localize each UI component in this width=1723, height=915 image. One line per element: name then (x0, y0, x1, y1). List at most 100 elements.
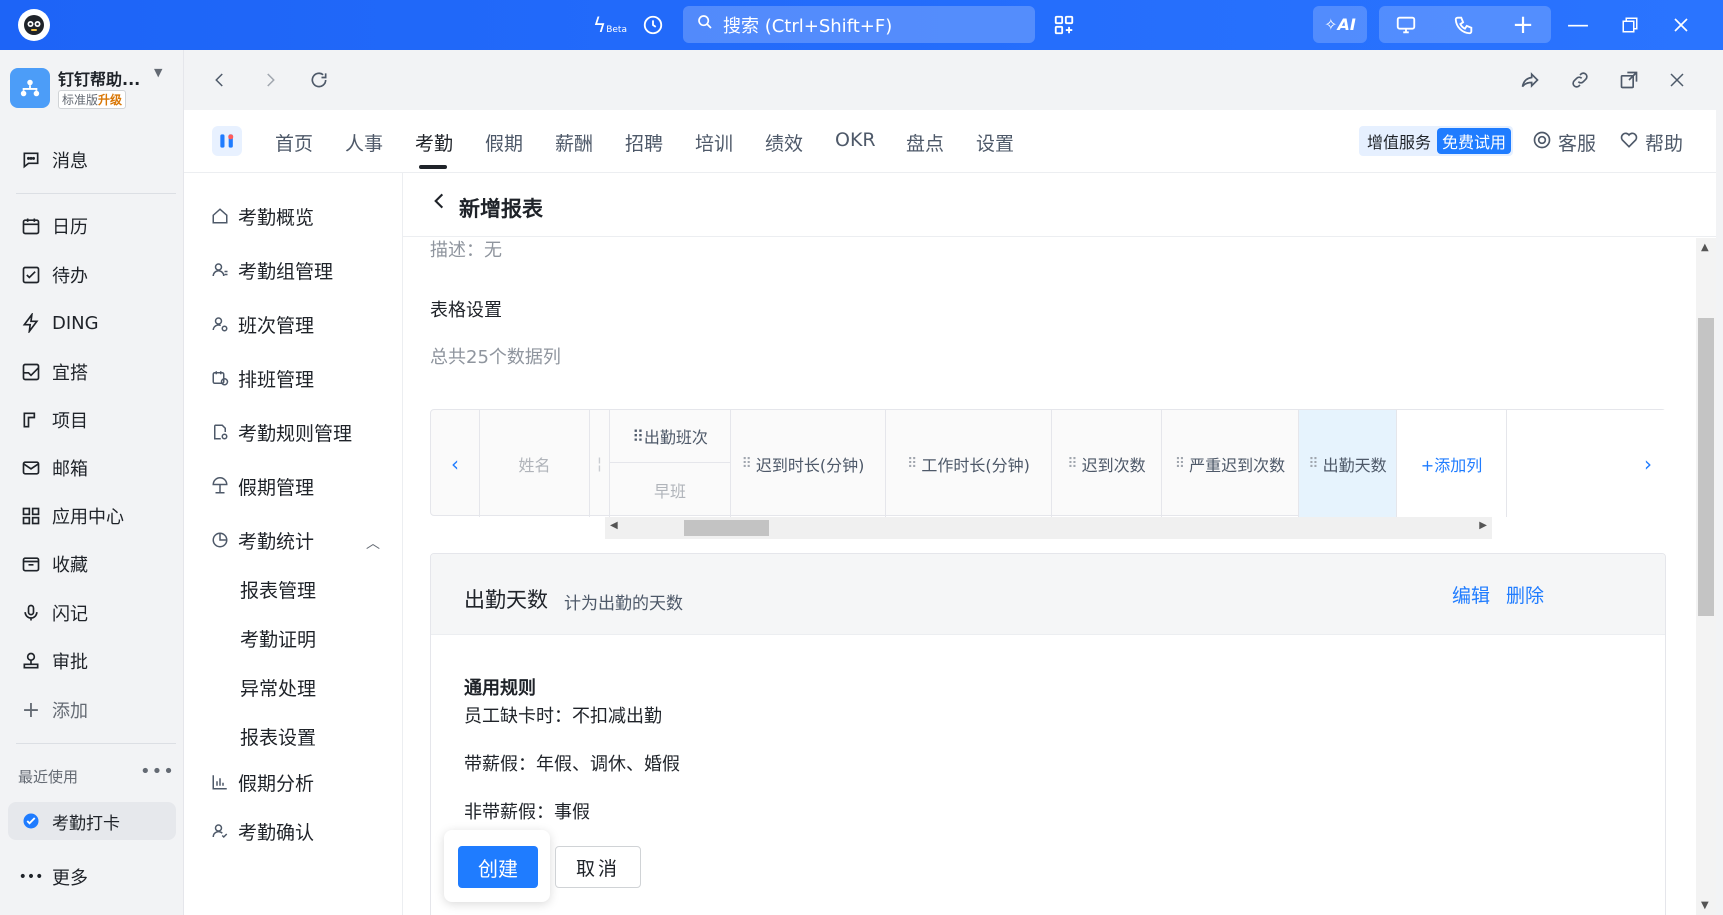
close-window-icon[interactable] (1665, 10, 1697, 40)
restore-window-icon[interactable] (1614, 10, 1646, 40)
tab-payroll[interactable]: 薪酬 (555, 129, 593, 156)
subnav-report-management[interactable]: 报表管理 (240, 576, 316, 603)
history-icon[interactable] (637, 10, 669, 40)
subnav-rules[interactable]: 考勤规则管理 (210, 415, 352, 449)
cancel-button[interactable]: 取消 (555, 846, 641, 888)
column-attendance-days[interactable]: ⠿ 出勤天数 (1299, 410, 1397, 517)
plus-icon[interactable]: + (1507, 10, 1539, 40)
dingtalk-logo-icon[interactable] (18, 9, 50, 41)
nav-label: 宜搭 (52, 363, 88, 384)
delete-button[interactable]: 删除 (1506, 581, 1544, 608)
vertical-scrollbar[interactable]: ▲ ▼ (1696, 238, 1716, 915)
column-label: 姓名 (518, 455, 551, 475)
scrollbar-thumb[interactable] (684, 520, 769, 536)
bar-chart-icon (210, 773, 230, 791)
tab-recruiting[interactable]: 招聘 (625, 129, 663, 156)
caret-down-icon[interactable]: ▼ (154, 66, 162, 79)
scrollbar-thumb[interactable] (1698, 318, 1714, 616)
add-column-button[interactable]: +添加列 (1397, 410, 1507, 517)
minimize-icon[interactable]: — (1562, 10, 1594, 40)
drag-handle-icon[interactable]: ⠿ (907, 456, 917, 472)
divider (16, 743, 176, 744)
column-late-count[interactable]: ⠿ 迟到次数 (1052, 410, 1162, 517)
subnav-leave-management[interactable]: 假期管理 (210, 469, 314, 503)
refresh-icon[interactable] (305, 66, 333, 94)
drag-handle-icon[interactable]: ⠿ (1308, 456, 1318, 472)
column-shift[interactable]: ⠿ 出勤班次 (610, 410, 731, 463)
scroll-right-icon[interactable]: › (1507, 410, 1666, 517)
back-arrow-icon[interactable] (431, 191, 447, 217)
value-added-service-button[interactable]: 增值服务 免费试用 (1359, 126, 1514, 156)
more-dots-icon[interactable]: ••• (140, 761, 175, 782)
scroll-right-arrow-icon[interactable]: ▶ (1479, 520, 1487, 531)
tab-leave[interactable]: 假期 (485, 129, 523, 156)
share-icon[interactable] (1516, 66, 1544, 94)
screen-cast-icon[interactable] (1390, 10, 1422, 40)
message-icon (20, 149, 42, 171)
create-button[interactable]: 创建 (458, 846, 538, 888)
tab-okr[interactable]: OKR (835, 129, 876, 151)
column-settings-grid: ‹ 姓名 ¦ ⠿ 出勤班次 早班 ⠿ 迟到时长(分钟) ⠿ 工作时长(分钟) ⠿ 迟到次… (430, 409, 1666, 517)
help-button[interactable]: 帮助 (1619, 129, 1683, 156)
apps-grid-icon[interactable] (1048, 10, 1080, 40)
nav-item-project[interactable]: 项目 (8, 400, 176, 440)
tab-performance[interactable]: 绩效 (765, 129, 803, 156)
beta-lightning-icon[interactable]: ϟ Beta (590, 10, 630, 40)
nav-item-favorites[interactable]: 收藏 (8, 544, 176, 584)
nav-item-more[interactable]: ••• 更多 (8, 857, 176, 897)
customer-service-button[interactable]: 客服 (1532, 129, 1596, 156)
tab-attendance[interactable]: 考勤 (415, 129, 453, 156)
nav-item-yida[interactable]: 宜搭 (8, 352, 176, 392)
nav-item-apps[interactable]: 应用中心 (8, 496, 176, 536)
chevron-up-icon[interactable]: ︿ (366, 533, 380, 553)
horizontal-scrollbar[interactable]: ◀ ▶ (605, 517, 1492, 539)
subnav-scheduling[interactable]: 排班管理 (210, 361, 314, 395)
drag-handle-icon[interactable]: ⠿ (742, 456, 752, 472)
subnav-attendance-confirm[interactable]: 考勤确认 (210, 814, 314, 848)
column-work-duration[interactable]: ⠿ 工作时长(分钟) (886, 410, 1052, 517)
forward-icon[interactable] (256, 66, 284, 94)
link-icon[interactable] (1566, 66, 1594, 94)
upgrade-link[interactable]: 升级 (98, 93, 122, 107)
ai-assistant-button[interactable]: ✧AI (1313, 6, 1367, 43)
nav-item-add[interactable]: + 添加 (8, 690, 176, 730)
hr-app-logo-icon[interactable] (212, 126, 242, 156)
subnav-statistics[interactable]: 考勤统计 (210, 523, 314, 557)
subnav-overview[interactable]: 考勤概览 (210, 199, 314, 233)
phone-call-icon[interactable] (1448, 10, 1480, 40)
tab-training[interactable]: 培训 (695, 129, 733, 156)
subnav-exception-handling[interactable]: 异常处理 (240, 674, 316, 701)
scroll-up-arrow-icon[interactable]: ▲ (1701, 242, 1709, 253)
tab-settings[interactable]: 设置 (976, 129, 1014, 156)
tab-inventory[interactable]: 盘点 (906, 129, 944, 156)
nav-item-ding[interactable]: DING (8, 303, 176, 343)
subnav-report-settings[interactable]: 报表设置 (240, 723, 316, 750)
subnav-attendance-proof[interactable]: 考勤证明 (240, 625, 316, 652)
scroll-down-arrow-icon[interactable]: ▼ (1701, 900, 1709, 911)
column-late-duration[interactable]: ⠿ 迟到时长(分钟) (721, 410, 886, 517)
nav-item-messages[interactable]: 消息 (8, 140, 176, 180)
nav-item-flash-note[interactable]: 闪记 (8, 593, 176, 633)
nav-item-approval[interactable]: 审批 (8, 641, 176, 681)
subnav-group-management[interactable]: 考勤组管理 (210, 253, 333, 287)
drag-handle-icon[interactable]: ⠿ (632, 427, 644, 446)
close-page-icon[interactable] (1663, 66, 1691, 94)
tab-home[interactable]: 首页 (275, 129, 313, 156)
column-severe-late-count[interactable]: ⠿ 严重迟到次数 (1162, 410, 1299, 517)
scroll-left-icon[interactable]: ‹ (431, 410, 480, 517)
drag-handle-icon[interactable]: ⠿ (1067, 456, 1077, 472)
back-icon[interactable] (206, 66, 234, 94)
global-search-input[interactable]: 搜索 (Ctrl+Shift+F) (683, 6, 1035, 43)
nav-item-todo[interactable]: 待办 (8, 255, 176, 295)
subnav-leave-analysis[interactable]: 假期分析 (210, 765, 314, 799)
drag-handle-icon[interactable]: ⠿ (1175, 456, 1185, 472)
open-new-window-icon[interactable] (1615, 66, 1643, 94)
nav-item-mail[interactable]: 邮箱 (8, 448, 176, 488)
subnav-shift-management[interactable]: 班次管理 (210, 307, 314, 341)
nav-item-calendar[interactable]: 日历 (8, 206, 176, 246)
org-switcher[interactable]: 钉钉帮助... ▼ 标准版升级 (8, 64, 178, 112)
edit-button[interactable]: 编辑 (1452, 581, 1490, 608)
tab-personnel[interactable]: 人事 (345, 129, 383, 156)
recent-item-attendance[interactable]: 考勤打卡 (8, 802, 176, 840)
scroll-left-arrow-icon[interactable]: ◀ (610, 520, 618, 531)
